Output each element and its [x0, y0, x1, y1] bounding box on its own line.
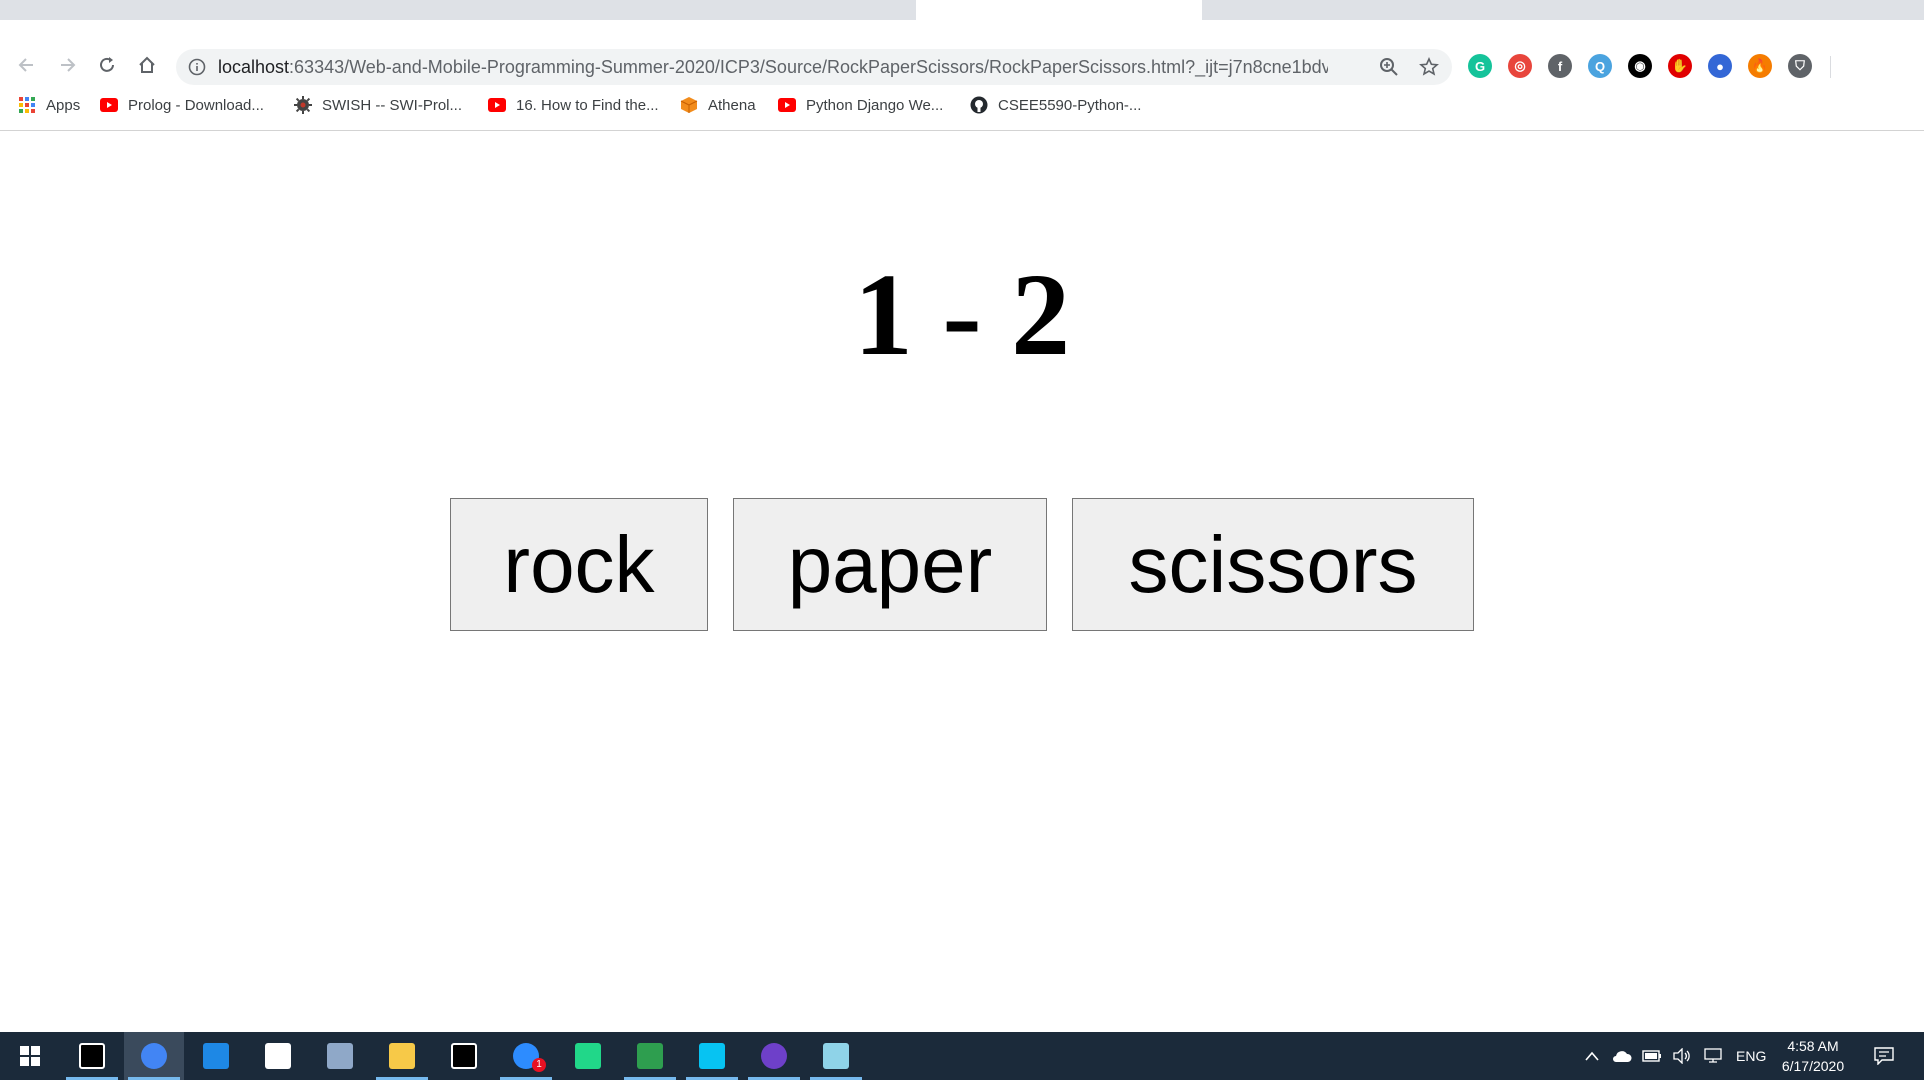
taskbar-app-webstorm[interactable] — [682, 1032, 742, 1080]
battery-icon[interactable] — [1642, 1046, 1662, 1066]
tab-strip — [0, 0, 1924, 20]
edge-icon — [203, 1043, 229, 1069]
terminal-icon — [79, 1043, 105, 1069]
bookmark-label: SWISH -- SWI-Prol... — [322, 96, 462, 114]
youtube-icon — [488, 96, 506, 114]
desktop-screen: localhost:63343/Web-and-Mobile-Programmi… — [0, 0, 1924, 1080]
back-button[interactable] — [12, 50, 42, 80]
pycharm-icon — [575, 1043, 601, 1069]
bookmark-label: 16. How to Find the... — [516, 96, 659, 114]
intellij-icon — [451, 1043, 477, 1069]
notifications-icon[interactable] — [1872, 1044, 1896, 1068]
bookmark-how-to-find[interactable]: 16. How to Find the... — [488, 92, 659, 118]
bookmark-apps[interactable]: Apps — [18, 92, 80, 118]
url-path: :63343/Web-and-Mobile-Programming-Summer… — [289, 57, 1328, 77]
active-tab[interactable] — [916, 0, 1202, 20]
remote-desktop-icon — [327, 1043, 353, 1069]
onedrive-icon[interactable] — [1612, 1046, 1632, 1066]
youtube-icon — [100, 96, 118, 114]
forward-arrow-icon — [61, 58, 76, 72]
reload-button[interactable] — [92, 50, 122, 80]
shield-extension-icon[interactable]: ⛉ — [1788, 54, 1812, 78]
taskbar-app-intellij[interactable] — [434, 1032, 494, 1080]
clock-time: 4:58 AM — [1787, 1038, 1839, 1054]
bookmark-label: CSEE5590-Python-... — [998, 96, 1142, 114]
score-display: 1 - 2 — [853, 249, 1071, 380]
notification-badge: 1 — [532, 1058, 546, 1072]
start-button[interactable] — [0, 1032, 60, 1080]
adblock-icon[interactable]: ✋ — [1668, 54, 1692, 78]
windows-taskbar: 1 ENG 4:58 AM 6/17/2020 — [0, 1032, 1924, 1080]
taskbar-app-pycharm[interactable] — [558, 1032, 618, 1080]
bookmark-csee5590[interactable]: CSEE5590-Python-... — [970, 92, 1141, 118]
taskbar-app-edge[interactable] — [186, 1032, 246, 1080]
bookmark-label: Prolog - Download... — [128, 96, 264, 114]
network-icon[interactable] — [1702, 1046, 1722, 1066]
home-button[interactable] — [132, 50, 162, 80]
chrome-icon — [141, 1043, 167, 1069]
apps-grid-icon — [18, 96, 36, 114]
taskbar-app-github-desktop[interactable] — [744, 1032, 804, 1080]
github-desktop-icon — [761, 1043, 787, 1069]
bookmark-athena[interactable]: Athena — [680, 92, 756, 118]
url-host: localhost — [218, 57, 290, 77]
clock-date: 6/17/2020 — [1781, 1058, 1845, 1074]
browser-toolbar: localhost:63343/Web-and-Mobile-Programmi… — [0, 20, 1924, 131]
taskbar-app-file-explorer[interactable] — [372, 1032, 432, 1080]
windows-logo-icon — [20, 1046, 40, 1066]
store-icon — [265, 1043, 291, 1069]
home-icon — [139, 56, 155, 73]
language-indicator[interactable]: ENG — [1736, 1048, 1766, 1064]
info-icon[interactable] — [186, 56, 208, 78]
grammarly-icon[interactable]: G — [1468, 54, 1492, 78]
athena-cube-icon — [680, 96, 698, 114]
search-extension-icon[interactable]: Q — [1588, 54, 1612, 78]
bookmark-swish[interactable]: SWISH -- SWI-Prol... — [294, 92, 462, 118]
taskbar-app-chrome[interactable] — [124, 1032, 184, 1080]
taskbar-app-notes[interactable] — [806, 1032, 866, 1080]
bookmark-label: Athena — [708, 96, 756, 114]
bookmark-star-icon[interactable] — [1418, 56, 1440, 78]
volume-icon[interactable] — [1672, 1046, 1692, 1066]
webstorm-icon — [699, 1043, 725, 1069]
github-icon — [970, 96, 988, 114]
taskbar-app-sketchup[interactable] — [620, 1032, 680, 1080]
taskbar-app-zoom[interactable]: 1 — [496, 1032, 556, 1080]
rock-button[interactable]: rock — [450, 498, 708, 631]
url-text[interactable]: localhost:63343/Web-and-Mobile-Programmi… — [218, 57, 1328, 77]
toolbar-separator — [1830, 56, 1831, 78]
swish-icon — [294, 96, 312, 114]
scissors-button[interactable]: scissors — [1072, 498, 1474, 631]
taskbar-app-terminal[interactable] — [62, 1032, 122, 1080]
zoom-icon[interactable] — [1378, 56, 1400, 78]
taskbar-app-store[interactable] — [248, 1032, 308, 1080]
bookmark-python-django[interactable]: Python Django We... — [778, 92, 943, 118]
back-arrow-icon — [18, 58, 33, 72]
taskbar-app-remote-desktop[interactable] — [310, 1032, 370, 1080]
camera-extension-icon[interactable]: ◉ — [1628, 54, 1652, 78]
file-explorer-icon — [389, 1043, 415, 1069]
notes-icon — [823, 1043, 849, 1069]
bookmark-label: Python Django We... — [806, 96, 944, 114]
address-bar[interactable]: localhost:63343/Web-and-Mobile-Programmi… — [176, 49, 1452, 85]
paper-button[interactable]: paper — [733, 498, 1047, 631]
show-hidden-icons-icon[interactable] — [1582, 1046, 1602, 1066]
forward-button[interactable] — [52, 50, 82, 80]
chat-extension-icon[interactable]: ● — [1708, 54, 1732, 78]
bookmark-label: Apps — [46, 96, 81, 114]
reload-icon — [100, 57, 114, 72]
facebook-extension-icon[interactable]: f — [1548, 54, 1572, 78]
fire-extension-icon[interactable]: 🔥 — [1748, 54, 1772, 78]
sketchup-icon — [637, 1043, 663, 1069]
youtube-icon — [778, 96, 796, 114]
bookmark-prolog[interactable]: Prolog - Download... — [100, 92, 264, 118]
clock[interactable]: 4:58 AM 6/17/2020 — [1778, 1036, 1848, 1076]
target-extension-icon[interactable]: ◎ — [1508, 54, 1532, 78]
